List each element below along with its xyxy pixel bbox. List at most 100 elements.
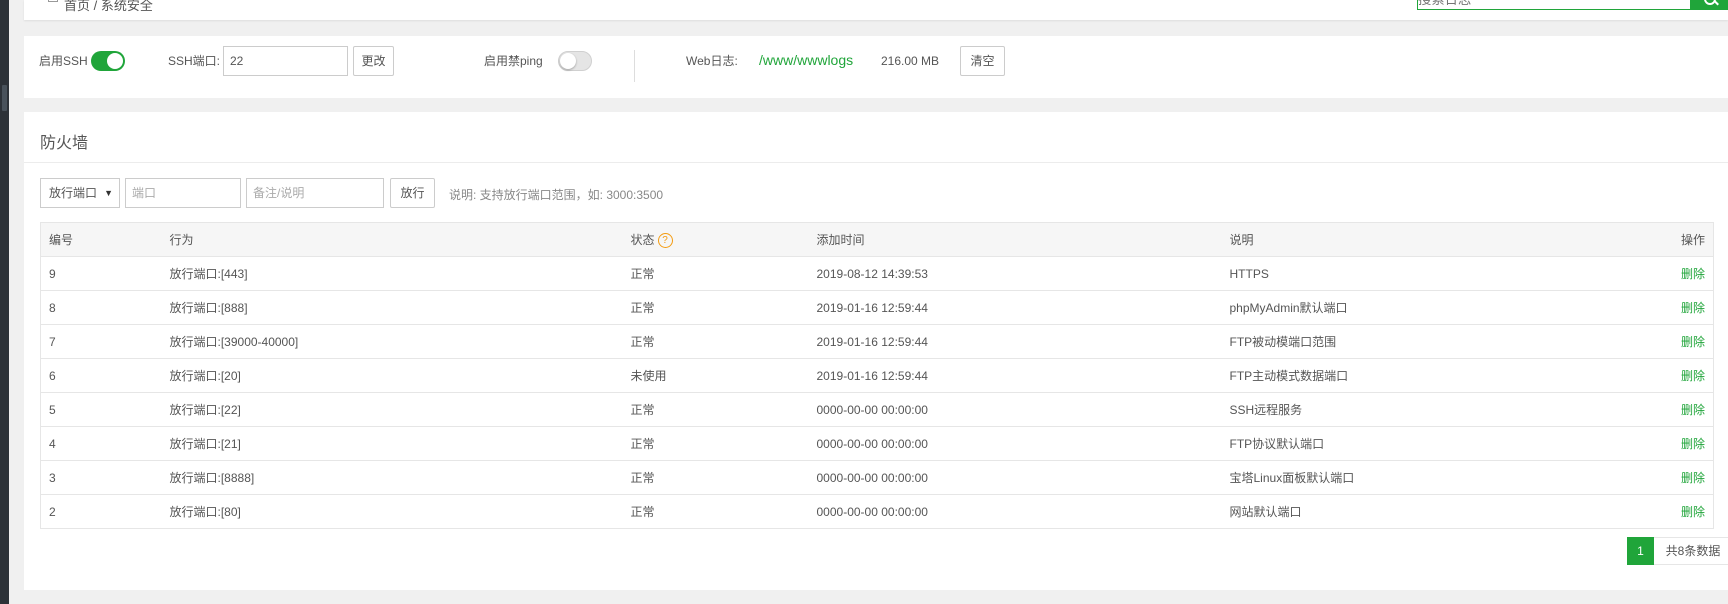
ping-toggle[interactable] bbox=[558, 51, 592, 71]
settings-divider bbox=[634, 50, 635, 82]
delete-link[interactable]: 删除 bbox=[1681, 335, 1705, 349]
table-row: 2 放行端口:[80] 正常 0000-00-00 00:00:00 网站默认端… bbox=[40, 494, 1714, 529]
rule-id: 4 bbox=[40, 426, 162, 461]
rule-description: 网站默认端口 bbox=[1221, 494, 1646, 529]
caret-down-icon: ▼ bbox=[104, 188, 113, 198]
col-id: 编号 bbox=[40, 222, 162, 257]
rule-time: 0000-00-00 00:00:00 bbox=[808, 494, 1222, 529]
ping-enable-label: 启用禁ping bbox=[484, 54, 543, 68]
pagination-total: 共8条数据 bbox=[1654, 537, 1728, 565]
rule-id: 5 bbox=[40, 392, 162, 427]
col-status: 状态? bbox=[622, 222, 809, 257]
allow-button[interactable]: 放行 bbox=[390, 178, 435, 208]
rule-action: 放行端口:[20] bbox=[161, 358, 623, 393]
rule-status: 正常 bbox=[622, 324, 809, 359]
table-header-row: 编号 行为 状态? 添加时间 说明 操作 bbox=[40, 222, 1714, 257]
clear-log-button[interactable]: 清空 bbox=[960, 46, 1005, 76]
search-icon[interactable] bbox=[1690, 0, 1728, 10]
rule-status: 正常 bbox=[622, 290, 809, 325]
ssh-toggle-knob bbox=[107, 53, 123, 69]
security-settings-bar: 启用SSH SSH端口: 更改 启用禁ping Web日志: /www/wwwl… bbox=[24, 36, 1728, 98]
ssh-enable-label: 启用SSH bbox=[39, 54, 88, 68]
rule-time: 0000-00-00 00:00:00 bbox=[808, 460, 1222, 495]
pagination-current-page[interactable]: 1 bbox=[1627, 537, 1654, 565]
rule-id: 3 bbox=[40, 460, 162, 495]
delete-link[interactable]: 删除 bbox=[1681, 301, 1705, 315]
delete-link[interactable]: 删除 bbox=[1681, 437, 1705, 451]
firewall-rules-table: 编号 行为 状态? 添加时间 说明 操作 9 放行端口:[443] 正常 201… bbox=[40, 222, 1714, 529]
rule-description: phpMyAdmin默认端口 bbox=[1221, 290, 1646, 325]
rule-operation-cell: 删除 bbox=[1645, 324, 1714, 359]
rule-description: SSH远程服务 bbox=[1221, 392, 1646, 427]
delete-link[interactable]: 删除 bbox=[1681, 505, 1705, 519]
rule-description: 宝塔Linux面板默认端口 bbox=[1221, 460, 1646, 495]
web-log-size: 216.00 MB bbox=[881, 54, 940, 68]
ssh-port-label: SSH端口: bbox=[168, 54, 221, 68]
web-log-path-link[interactable]: /www/wwwlogs bbox=[759, 52, 853, 68]
table-row: 3 放行端口:[8888] 正常 0000-00-00 00:00:00 宝塔L… bbox=[40, 460, 1714, 495]
table-row: 9 放行端口:[443] 正常 2019-08-12 14:39:53 HTTP… bbox=[40, 256, 1714, 291]
sidebar-strip bbox=[0, 0, 9, 604]
help-icon[interactable]: ? bbox=[657, 233, 673, 249]
col-description: 说明 bbox=[1221, 222, 1646, 257]
delete-link[interactable]: 删除 bbox=[1681, 369, 1705, 383]
col-added-time: 添加时间 bbox=[808, 222, 1222, 257]
top-header-panel: 首页 / 系统安全 bbox=[24, 0, 1728, 20]
home-icon bbox=[48, 0, 58, 2]
rule-id: 8 bbox=[40, 290, 162, 325]
note-input[interactable] bbox=[246, 178, 384, 208]
rule-description: FTP主动模式数据端口 bbox=[1221, 358, 1646, 393]
rule-operation-cell: 删除 bbox=[1645, 460, 1714, 495]
rule-time: 0000-00-00 00:00:00 bbox=[808, 426, 1222, 461]
rule-action: 放行端口:[888] bbox=[161, 290, 623, 325]
rule-time: 2019-01-16 12:59:44 bbox=[808, 358, 1222, 393]
rule-operation-cell: 删除 bbox=[1645, 494, 1714, 529]
rule-id: 9 bbox=[40, 256, 162, 291]
change-port-button[interactable]: 更改 bbox=[353, 46, 394, 76]
col-operation: 操作 bbox=[1645, 222, 1714, 257]
rule-time: 0000-00-00 00:00:00 bbox=[808, 392, 1222, 427]
rule-id: 6 bbox=[40, 358, 162, 393]
table-row: 6 放行端口:[20] 未使用 2019-01-16 12:59:44 FTP主… bbox=[40, 358, 1714, 393]
rule-action: 放行端口:[443] bbox=[161, 256, 623, 291]
rule-action: 放行端口:[22] bbox=[161, 392, 623, 427]
rule-operation-cell: 删除 bbox=[1645, 358, 1714, 393]
title-divider bbox=[24, 162, 1728, 163]
rule-operation-cell: 删除 bbox=[1645, 392, 1714, 427]
rule-operation-cell: 删除 bbox=[1645, 256, 1714, 291]
rule-action: 放行端口:[8888] bbox=[161, 460, 623, 495]
rule-description: FTP被动模端口范围 bbox=[1221, 324, 1646, 359]
table-row: 4 放行端口:[21] 正常 0000-00-00 00:00:00 FTP协议… bbox=[40, 426, 1714, 461]
rule-status: 未使用 bbox=[622, 358, 809, 393]
rule-status: 正常 bbox=[622, 460, 809, 495]
table-row: 7 放行端口:[39000-40000] 正常 2019-01-16 12:59… bbox=[40, 324, 1714, 359]
rule-type-value: 放行端口 bbox=[49, 186, 98, 200]
rule-description: HTTPS bbox=[1221, 256, 1646, 291]
delete-link[interactable]: 删除 bbox=[1681, 471, 1705, 485]
rule-status: 正常 bbox=[622, 392, 809, 427]
ping-toggle-knob bbox=[560, 53, 576, 69]
rule-status: 正常 bbox=[622, 256, 809, 291]
rule-type-select[interactable]: 放行端口 ▼ bbox=[40, 178, 120, 208]
ssh-toggle[interactable] bbox=[91, 51, 125, 71]
delete-link[interactable]: 删除 bbox=[1681, 403, 1705, 417]
rule-time: 2019-01-16 12:59:44 bbox=[808, 290, 1222, 325]
rule-action: 放行端口:[39000-40000] bbox=[161, 324, 623, 359]
col-action: 行为 bbox=[161, 222, 623, 257]
breadcrumb[interactable]: 首页 / 系统安全 bbox=[64, 0, 153, 14]
col-status-label: 状态 bbox=[630, 232, 655, 247]
web-log-label: Web日志: bbox=[686, 54, 738, 68]
rule-id: 2 bbox=[40, 494, 162, 529]
rule-status: 正常 bbox=[622, 426, 809, 461]
rule-id: 7 bbox=[40, 324, 162, 359]
table-row: 8 放行端口:[888] 正常 2019-01-16 12:59:44 phpM… bbox=[40, 290, 1714, 325]
rule-description: FTP协议默认端口 bbox=[1221, 426, 1646, 461]
port-range-hint: 说明: 支持放行端口范围，如: 3000:3500 bbox=[449, 188, 664, 202]
ssh-port-input[interactable] bbox=[223, 46, 348, 76]
rule-action: 放行端口:[21] bbox=[161, 426, 623, 461]
rule-operation-cell: 删除 bbox=[1645, 426, 1714, 461]
delete-link[interactable]: 删除 bbox=[1681, 267, 1705, 281]
table-row: 5 放行端口:[22] 正常 0000-00-00 00:00:00 SSH远程… bbox=[40, 392, 1714, 427]
search-input[interactable] bbox=[1417, 0, 1693, 10]
port-input[interactable] bbox=[125, 178, 241, 208]
